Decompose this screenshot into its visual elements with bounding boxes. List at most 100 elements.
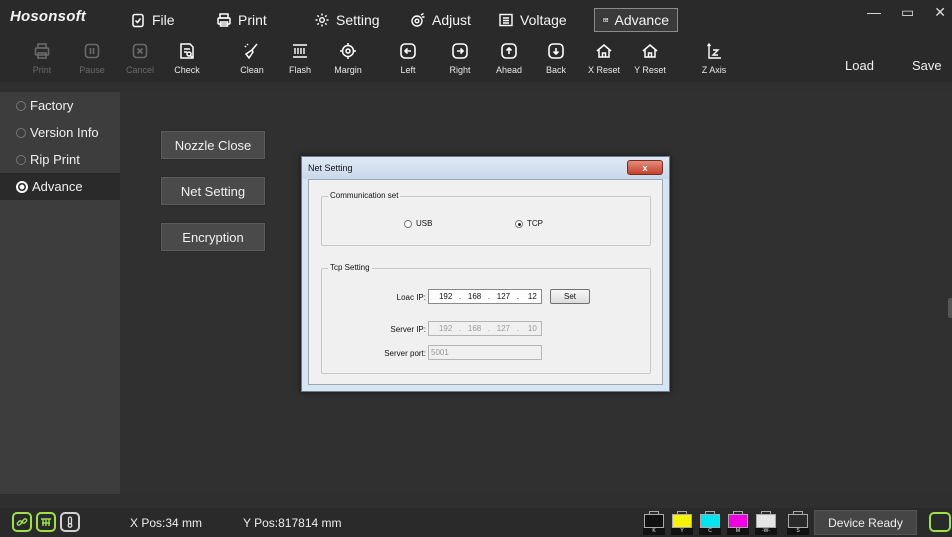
ink-s: S [787,511,809,535]
left-button[interactable]: Left [388,40,428,75]
z-axis-button[interactable]: Z Axis [694,40,734,75]
ink-swatch [672,514,692,528]
pause-icon [84,43,100,59]
heater-status-button[interactable] [36,512,56,532]
dialog-close-button[interactable]: x [627,160,663,175]
maximize-icon[interactable]: ▭ [901,4,914,21]
menu-advance[interactable]: Advance [594,8,678,32]
clean-button[interactable]: Clean [232,40,272,75]
dialog-title: Net Setting [302,157,669,179]
ink-k: K [643,511,665,535]
local-ip-input[interactable]: 192. 168. 127. 12 [428,289,542,304]
toolbar: Print Pause Cancel Check Clean Flash Mar… [0,40,952,82]
panel-grip[interactable] [948,298,952,318]
close-icon[interactable]: ✕ [934,4,946,21]
flash-button[interactable]: Flash [280,40,320,75]
server-ip-input: 192. 168. 127. 10 [428,321,542,336]
sidebar-item-factory[interactable]: Factory [0,92,120,119]
pause-button[interactable]: Pause [72,40,112,75]
check-label: Check [174,65,200,75]
tcp-label: TCP [527,219,543,228]
lightbulb-icon[interactable] [929,512,951,532]
advance-window-icon [603,18,609,22]
server-port-label: Server port: [384,349,426,358]
x-reset-label: X Reset [587,65,620,75]
load-button[interactable]: Load [845,58,874,73]
print-label: Print [32,65,52,75]
y-reset-button[interactable]: Y Reset [630,40,670,75]
check-button[interactable]: Check [167,40,207,75]
menu-voltage-label: Voltage [520,12,567,28]
x-reset-button[interactable]: X Reset [584,40,624,75]
menu-adjust[interactable]: Adjust [402,8,490,32]
menu-voltage[interactable]: Voltage [490,8,594,32]
ip-dot: . [458,292,462,301]
usb-label: USB [416,219,433,228]
gear-icon [315,13,329,27]
ink-tag: M [727,528,749,535]
sidebar-item-label: Factory [30,98,74,113]
cancel-label: Cancel [125,65,154,75]
link-status-button[interactable] [12,512,32,532]
home-icon [642,44,658,58]
ink-swatch [788,514,808,528]
heater-icon [41,518,51,526]
ip-octet: 127 [496,292,511,301]
dialog-body: Communication set USB TCP Tcp Setting Lo… [308,179,663,385]
menu-print[interactable]: Print [208,8,306,32]
right-button[interactable]: Right [440,40,480,75]
margin-button[interactable]: Margin [328,40,368,75]
sidebar-item-advance[interactable]: Advance [0,173,120,200]
sidebar-item-version-info[interactable]: Version Info [0,119,120,146]
menu-setting[interactable]: Setting [306,8,402,32]
nozzle-close-button[interactable]: Nozzle Close [160,130,266,160]
printer-icon [217,13,231,27]
menu-file-label: File [152,12,175,28]
link-icon [16,518,28,526]
app-brand: Hosonsoft [10,8,86,25]
temperature-status-button[interactable] [60,512,80,532]
net-setting-button[interactable]: Net Setting [160,176,266,206]
arrow-up-icon [501,43,517,59]
menu-setting-label: Setting [336,12,380,28]
cancel-button[interactable]: Cancel [120,40,160,75]
tcp-radio[interactable]: TCP [515,219,543,228]
radio-icon [16,127,26,138]
ink-w: -W- [755,511,777,535]
menu-file[interactable]: File [122,8,208,32]
minimize-icon[interactable]: — [867,4,881,21]
back-button[interactable]: Back [536,40,576,75]
sidebar-item-label: Rip Print [30,152,80,167]
z-axis-icon [706,42,721,59]
ip-octet: 192 [438,292,453,301]
arrow-right-icon [452,43,468,59]
margin-label: Margin [334,65,362,75]
check-document-icon [180,43,194,59]
print-button[interactable]: Print [22,40,62,75]
pause-label: Pause [79,65,105,75]
left-label: Left [400,65,416,75]
sidebar-item-label: Version Info [30,125,99,140]
usb-radio[interactable]: USB [404,219,432,228]
z-axis-label: Z Axis [701,65,727,75]
ip-dot: . [487,292,491,301]
right-label: Right [449,65,471,75]
menu-print-label: Print [238,12,267,28]
tcp-setting-group: Tcp Setting Loac IP: 192. 168. 127. 12 S… [321,263,651,374]
sidebar-item-rip-print[interactable]: Rip Print [0,146,120,173]
set-button[interactable]: Set [550,289,590,304]
save-button[interactable]: Save [912,58,942,73]
ip-octet: 168 [467,324,482,333]
menu-adjust-label: Adjust [432,12,471,28]
cancel-icon [132,43,148,59]
flash-grid-icon [293,44,307,58]
encryption-button[interactable]: Encryption [160,222,266,252]
ahead-button[interactable]: Ahead [489,40,529,75]
radio-selected-icon [515,219,523,228]
ip-dot: . [516,324,519,333]
local-ip-label: Loac IP: [396,293,426,302]
ip-dot: . [516,292,519,301]
ip-octet: 12 [527,292,537,301]
arrow-down-icon [548,43,564,59]
crosshair-icon [340,43,356,59]
